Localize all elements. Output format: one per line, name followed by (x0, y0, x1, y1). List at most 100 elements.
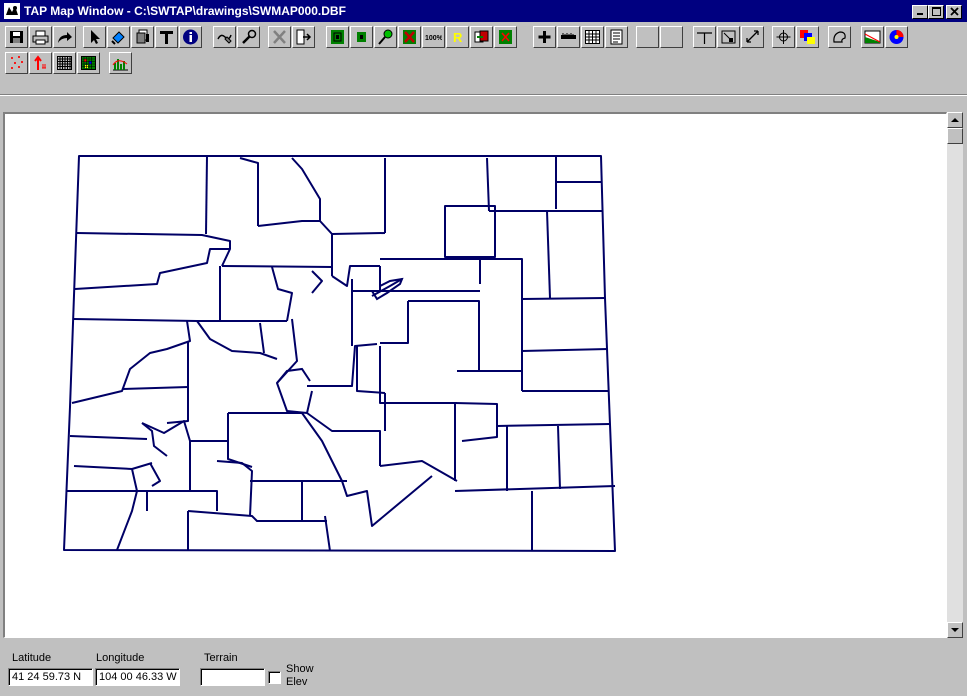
resize-icon (746, 30, 759, 43)
draw-icon (217, 34, 232, 44)
blank-button-2[interactable] (660, 26, 683, 48)
county-map (63, 155, 616, 552)
map-canvas[interactable] (3, 112, 947, 638)
grid-mono-button[interactable] (53, 52, 76, 74)
draw-button[interactable] (213, 26, 236, 48)
coverage-button[interactable] (885, 26, 908, 48)
terrain-field[interactable] (200, 668, 265, 686)
antenna-icon (34, 55, 46, 70)
arrow-down-icon (951, 628, 959, 632)
scroll-up-button[interactable] (947, 112, 963, 128)
close-button[interactable] (946, 5, 962, 19)
grid-icon (585, 30, 600, 44)
layers-icon (136, 29, 149, 44)
layers-button[interactable] (131, 26, 154, 48)
info-button[interactable] (179, 26, 202, 48)
show-elev-label-line2: Elev (286, 676, 308, 688)
area-select-icon (721, 30, 736, 44)
grid-color-icon (81, 56, 96, 70)
crosshair-button[interactable] (533, 26, 556, 48)
zoom-point-button[interactable] (374, 26, 397, 48)
color-layers-button[interactable] (796, 26, 819, 48)
text-icon (160, 31, 173, 44)
polygon-icon (833, 31, 846, 43)
print-icon (32, 30, 49, 45)
status-panel: Latitude 41 24 59.73 N Longitude 104 00 … (0, 641, 967, 696)
latitude-field[interactable]: 41 24 59.73 N (8, 668, 93, 686)
polygon-button[interactable] (828, 26, 851, 48)
pointer-icon (91, 30, 100, 44)
print-button[interactable] (29, 26, 52, 48)
latitude-label: Latitude (12, 652, 52, 664)
vertical-scrollbar[interactable] (947, 112, 963, 638)
redo-button[interactable] (53, 26, 76, 48)
color-layers-icon (800, 30, 815, 44)
save-button[interactable] (5, 26, 28, 48)
app-icon (4, 3, 20, 19)
scroll-thumb[interactable] (947, 128, 963, 144)
show-elev-checkbox[interactable] (268, 671, 281, 684)
blank-button-1[interactable] (636, 26, 659, 48)
ruler-button[interactable] (557, 26, 580, 48)
zoom-x-button[interactable] (398, 26, 421, 48)
longitude-field[interactable]: 104 00 46.33 W (95, 668, 180, 686)
scatter-points-icon (11, 56, 23, 69)
tools-icon (242, 29, 257, 44)
delete-button[interactable] (268, 26, 291, 48)
minimize-icon (917, 13, 923, 15)
secondary-toolbar (0, 50, 967, 76)
resize-button[interactable] (741, 26, 764, 48)
zoom-previous-button[interactable] (470, 26, 493, 48)
minimize-button[interactable] (912, 5, 928, 19)
zoom-in-button[interactable] (326, 26, 349, 48)
redraw-icon: R (453, 30, 463, 45)
zoom-x-icon (403, 30, 416, 44)
pan-button[interactable] (772, 26, 795, 48)
grid-color-button[interactable] (77, 52, 100, 74)
histogram-button[interactable] (109, 52, 132, 74)
longitude-label: Longitude (96, 652, 145, 664)
scroll-down-button[interactable] (947, 622, 963, 638)
antenna-button[interactable] (29, 52, 52, 74)
histogram-icon (112, 59, 128, 71)
zoom-extent-button[interactable] (494, 26, 517, 48)
profile-line-button[interactable] (693, 26, 716, 48)
terrain-profile-button[interactable] (861, 26, 884, 48)
ruler-icon (561, 33, 576, 39)
area-select-button[interactable] (717, 26, 740, 48)
maximize-button[interactable] (928, 5, 944, 19)
zoom-extent-icon (499, 30, 512, 44)
grid-button[interactable] (581, 26, 604, 48)
zoom-out-icon (357, 32, 366, 42)
notes-icon (610, 29, 623, 45)
grid-mono-icon (57, 56, 72, 70)
text-button[interactable] (155, 26, 178, 48)
coverage-icon (889, 30, 904, 44)
terrain-label: Terrain (204, 652, 238, 664)
delete-icon (273, 30, 286, 44)
fill-button[interactable] (107, 26, 130, 48)
redraw-button[interactable]: R (446, 26, 469, 48)
zoom-100-icon: 100% (425, 35, 442, 42)
main-toolbar: 100% R (0, 24, 967, 50)
zoom-out-button[interactable] (350, 26, 373, 48)
scatter-points-button[interactable] (5, 52, 28, 74)
exit-icon (296, 29, 312, 45)
title-bar[interactable]: TAP Map Window - C:\SWTAP\drawings\SWMAP… (0, 0, 967, 22)
exit-button[interactable] (292, 26, 315, 48)
arrow-up-icon (951, 118, 959, 122)
info-icon (183, 29, 198, 45)
zoom-point-icon (378, 29, 393, 45)
window-title: TAP Map Window - C:\SWTAP\drawings\SWMAP… (24, 4, 346, 18)
svg-text:R: R (453, 30, 463, 45)
select-button[interactable] (83, 26, 106, 48)
save-icon (10, 31, 23, 43)
zoom-in-icon (331, 30, 344, 44)
pan-icon (776, 30, 791, 44)
zoom-100-button[interactable]: 100% (422, 26, 445, 48)
tools-button[interactable] (237, 26, 260, 48)
notes-button[interactable] (605, 26, 628, 48)
profile-line-icon (697, 32, 712, 44)
maximize-icon (931, 7, 941, 16)
show-elev-label-line1: Show (286, 663, 314, 675)
